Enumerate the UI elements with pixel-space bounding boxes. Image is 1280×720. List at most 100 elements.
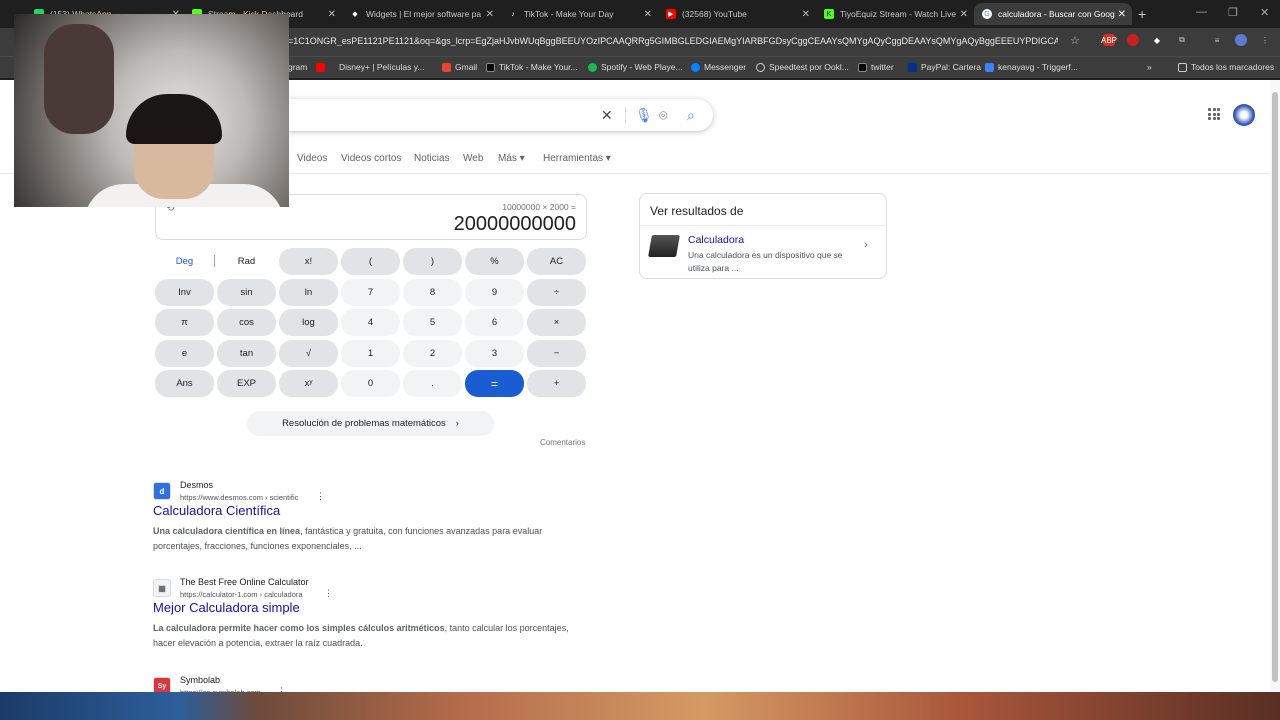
tab-tiktok[interactable]: ♪ TikTok - Make Your Day ✕ — [500, 3, 658, 25]
key-5-button[interactable]: 5 — [403, 309, 462, 336]
key-sqrt-button[interactable]: √ — [279, 340, 338, 367]
key-ans-button[interactable]: Ans — [155, 370, 214, 397]
bookmark-kenayavg[interactable]: kenayavg - Triggerf... — [985, 62, 1078, 72]
close-tab-icon[interactable]: ✕ — [486, 9, 494, 20]
bookmark-star-icon[interactable]: ☆ — [1070, 34, 1080, 47]
key-all-clear-button[interactable]: AC — [527, 248, 586, 275]
key-open-paren-button[interactable]: ( — [341, 248, 400, 275]
clear-search-icon[interactable]: ✕ — [601, 107, 613, 124]
math-solver-button[interactable]: Resolución de problemas matemáticos › — [247, 411, 494, 436]
browser-menu-icon[interactable]: ⋮ — [1259, 34, 1271, 46]
filter-mas[interactable]: Más ▾ — [498, 153, 525, 164]
key-tan-button[interactable]: tan — [217, 340, 276, 367]
more-options-icon[interactable]: ⋮ — [316, 491, 325, 502]
key-exp-button[interactable]: EXP — [217, 370, 276, 397]
feedback-link[interactable]: Comentarios — [540, 438, 585, 447]
key-1-button[interactable]: 1 — [341, 340, 400, 367]
extension-diamond-icon[interactable]: ◆ — [1151, 34, 1163, 46]
key-9-button[interactable]: 9 — [465, 279, 524, 306]
chevron-right-icon[interactable]: › — [864, 239, 868, 251]
bookmarks-overflow-icon[interactable]: » — [1147, 62, 1152, 72]
close-tab-icon[interactable]: ✕ — [328, 9, 336, 20]
key-3-button[interactable]: 3 — [465, 340, 524, 367]
tab-widgets[interactable]: ◆ Widgets | El mejor software pa ✕ — [342, 3, 500, 25]
key-8-button[interactable]: 8 — [403, 279, 462, 306]
bookmark-gmail[interactable]: Gmail — [442, 62, 477, 72]
avatar[interactable] — [1233, 104, 1255, 126]
result-site-name[interactable]: Symbolab — [180, 675, 220, 685]
all-bookmarks-folder[interactable]: Todos los marcadores — [1178, 62, 1274, 72]
filter-herramientas[interactable]: Herramientas ▾ — [543, 153, 611, 164]
key-log-button[interactable]: log — [279, 309, 338, 336]
url-text[interactable]: =1C1ONGR_esPE1121PE1121&oq=&gs_lcrp=EgZj… — [288, 36, 1058, 46]
bookmark-disney[interactable]: Disney+ | Películas y... — [316, 62, 424, 72]
key-rad-button[interactable]: Rad — [217, 248, 276, 275]
profile-icon[interactable] — [1235, 34, 1247, 46]
key-inv-button[interactable]: Inv — [155, 279, 214, 306]
key-sin-button[interactable]: sin — [217, 279, 276, 306]
key-power-button[interactable]: xʸ — [279, 370, 338, 397]
result-url[interactable]: https://www.desmos.com › scientific — [180, 493, 298, 502]
restore-icon[interactable]: ❐ — [1228, 6, 1238, 19]
new-tab-button[interactable]: + — [1138, 6, 1146, 22]
search-icon[interactable]: ⌕ — [687, 107, 695, 124]
key-cos-button[interactable]: cos — [217, 309, 276, 336]
bookmark-messenger[interactable]: Messenger — [691, 62, 746, 72]
bookmark-twitter[interactable]: twitter — [858, 62, 894, 72]
filter-videos-cortos[interactable]: Videos cortos — [341, 153, 401, 164]
close-tab-icon[interactable]: ✕ — [960, 9, 968, 20]
key-deg-button[interactable]: Deg — [155, 248, 214, 275]
key-plus-button[interactable]: + — [527, 370, 586, 397]
adblock-icon[interactable]: ABP — [1101, 34, 1117, 46]
key-4-button[interactable]: 4 — [341, 309, 400, 336]
result-url[interactable]: https://calculator-1.com › calculadora — [180, 590, 303, 599]
key-minus-button[interactable]: − — [527, 340, 586, 367]
result-site-name[interactable]: Desmos — [180, 480, 213, 490]
bookmark-speedtest[interactable]: Speedtest por Ookl... — [756, 62, 849, 72]
key-multiply-button[interactable]: × — [527, 309, 586, 336]
calculator-image[interactable] — [648, 235, 680, 257]
key-e-button[interactable]: e — [155, 340, 214, 367]
key-close-paren-button[interactable]: ) — [403, 248, 462, 275]
media-controls-icon[interactable]: ≡ — [1211, 34, 1223, 46]
key-percent-button[interactable]: % — [465, 248, 524, 275]
key-factorial-button[interactable]: x! — [279, 248, 338, 275]
tab-calculadora[interactable]: G calculadora - Buscar con Goog ✕ — [974, 3, 1132, 25]
close-tab-icon[interactable]: ✕ — [644, 9, 652, 20]
apps-grid-icon[interactable] — [1208, 108, 1220, 120]
filter-videos[interactable]: Videos — [297, 153, 327, 164]
result-title[interactable]: Mejor Calculadora simple — [153, 600, 300, 615]
key-divide-button[interactable]: ÷ — [527, 279, 586, 306]
extension-red-icon[interactable] — [1127, 34, 1139, 46]
bookmark-paypal[interactable]: PayPal: Cartera — [908, 62, 981, 72]
close-tab-icon[interactable]: ✕ — [802, 9, 810, 20]
key-7-button[interactable]: 7 — [341, 279, 400, 306]
result-site-name[interactable]: The Best Free Online Calculator — [180, 577, 309, 587]
filter-web[interactable]: Web — [463, 153, 483, 164]
minimize-icon[interactable]: — — [1196, 6, 1207, 18]
filter-noticias[interactable]: Noticias — [414, 153, 450, 164]
more-options-icon[interactable]: ⋮ — [324, 588, 333, 599]
key-equals-button[interactable]: = — [465, 370, 524, 397]
tab-tiyoequiz-stream[interactable]: K TiyoEquiz Stream - Watch Live ✕ — [816, 3, 974, 25]
key-0-button[interactable]: 0 — [341, 370, 400, 397]
voice-search-icon[interactable]: 🎙 — [635, 107, 653, 124]
key-decimal-button[interactable]: . — [403, 370, 462, 397]
bookmark-spotify[interactable]: Spotify - Web Playe... — [588, 62, 683, 72]
bookmark-instagram[interactable]: gram — [288, 62, 307, 72]
tab-youtube[interactable]: ▶ (32568) YouTube ✕ — [658, 3, 816, 25]
key-2-button[interactable]: 2 — [403, 340, 462, 367]
close-window-icon[interactable]: ✕ — [1260, 6, 1269, 19]
lens-search-icon[interactable]: ⌾ — [659, 107, 667, 124]
result-title[interactable]: Calculadora Científica — [153, 503, 280, 518]
close-tab-icon[interactable]: ✕ — [1118, 9, 1126, 20]
key-ln-button[interactable]: ln — [279, 279, 338, 306]
panel-entity-name[interactable]: Calculadora — [688, 234, 744, 246]
scrollbar[interactable] — [1270, 80, 1280, 692]
bookmark-tiktok[interactable]: TikTok - Make Your... — [486, 62, 578, 72]
scroll-thumb[interactable] — [1272, 92, 1278, 682]
key-pi-button[interactable]: π — [155, 309, 214, 336]
extensions-puzzle-icon[interactable]: ⧉ — [1176, 34, 1188, 46]
key-6-button[interactable]: 6 — [465, 309, 524, 336]
search-input[interactable]: ✕ 🎙 ⌾ ⌕ — [275, 99, 713, 131]
